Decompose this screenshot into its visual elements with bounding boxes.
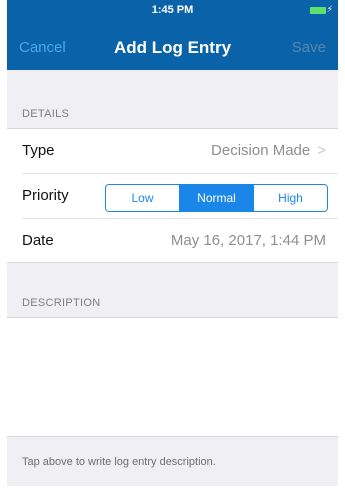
status-time: 1:45 PM: [151, 4, 194, 16]
priority-option-low[interactable]: Low: [106, 185, 179, 211]
phone-screen: 1:45 PM ⚡ Cancel Add Log Entry Save DETA…: [7, 0, 338, 486]
details-section-header: DETAILS: [22, 108, 70, 120]
page-title: Add Log Entry: [113, 38, 232, 57]
date-row[interactable]: Date May 16, 2017, 1:44 PM: [7, 219, 338, 263]
charging-icon: ⚡: [326, 4, 333, 14]
description-section-header: DESCRIPTION: [22, 297, 101, 309]
description-text-area[interactable]: [7, 317, 338, 437]
navigation-bar: Cancel Add Log Entry Save: [7, 22, 338, 70]
description-hint: Tap above to write log entry description…: [22, 456, 216, 468]
priority-label: Priority: [22, 187, 69, 204]
details-group: Type Decision Made > Priority Low Normal …: [7, 128, 338, 263]
type-value: Decision Made: [211, 142, 311, 159]
priority-row: Priority Low Normal High: [7, 174, 338, 218]
type-row[interactable]: Type Decision Made >: [7, 129, 338, 173]
type-label: Type: [22, 142, 55, 159]
priority-option-high[interactable]: High: [253, 185, 327, 211]
battery-icon: [310, 7, 326, 14]
save-button[interactable]: Save: [292, 39, 326, 56]
priority-segmented-control[interactable]: Low Normal High: [105, 184, 328, 212]
date-label: Date: [22, 232, 54, 249]
status-bar: 1:45 PM ⚡: [7, 0, 338, 22]
date-value: May 16, 2017, 1:44 PM: [170, 232, 326, 249]
priority-option-normal[interactable]: Normal: [179, 185, 253, 211]
type-value-container: Decision Made >: [211, 142, 326, 159]
chevron-right-icon: >: [317, 142, 326, 159]
